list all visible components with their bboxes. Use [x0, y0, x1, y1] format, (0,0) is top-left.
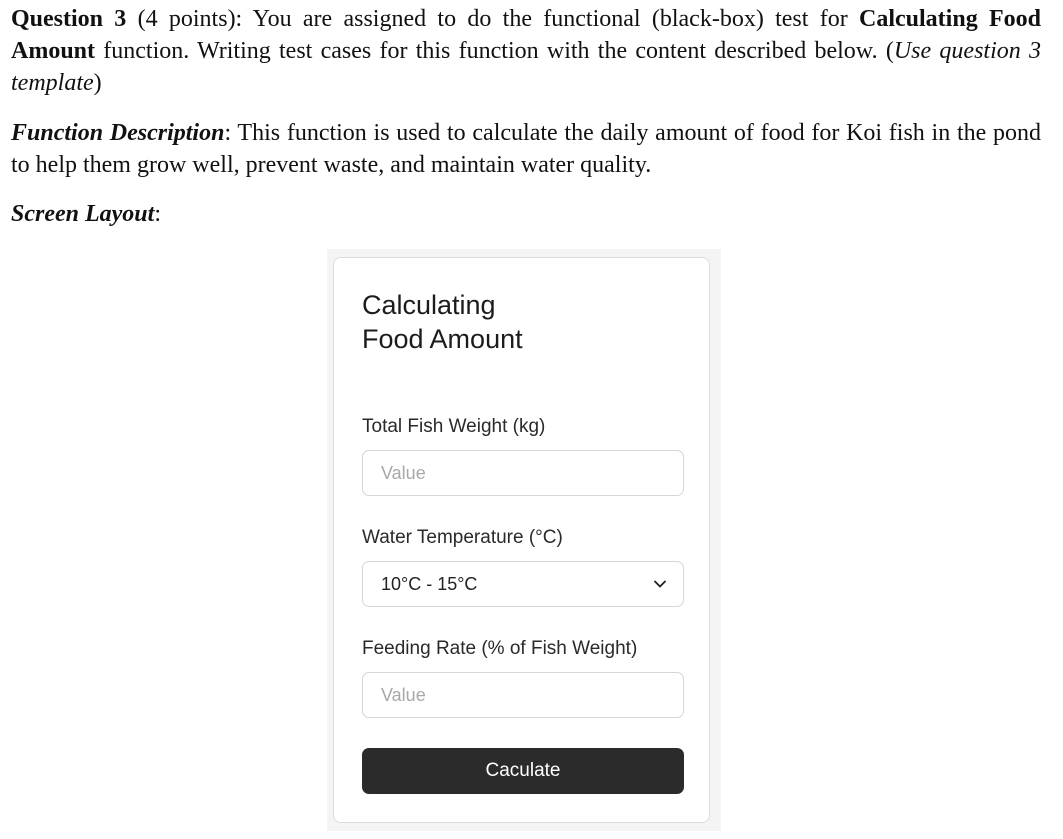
screen-layout-label: Screen Layout — [11, 201, 155, 227]
feeding-rate-label: Feeding Rate (% of Fish Weight) — [362, 638, 638, 659]
calculate-button[interactable]: Caculate — [362, 748, 684, 794]
feeding-rate-input[interactable] — [362, 672, 684, 718]
weight-label: Total Fish Weight (kg) — [362, 416, 546, 437]
question-title: Question 3 — [11, 6, 127, 32]
chevron-down-icon — [653, 577, 667, 591]
question-text: function. Writing test cases for this fu… — [95, 38, 894, 64]
form-title-line1: Calculating — [362, 290, 496, 320]
description-label: Function Description — [11, 120, 225, 146]
temperature-label: Water Temperature (°C) — [362, 527, 563, 548]
form-title-line2: Food Amount — [362, 324, 523, 354]
weight-input[interactable] — [362, 450, 684, 496]
food-calculator-form: Calculating Food Amount Total Fish Weigh… — [333, 257, 710, 823]
temperature-selected-value: 10°C - 15°C — [381, 573, 478, 594]
form-title: Calculating Food Amount — [362, 288, 523, 356]
screen-layout-heading: Screen Layout: — [11, 198, 1041, 230]
question-paragraph: Question 3 (4 points): You are assigned … — [11, 3, 1041, 99]
document-body: Question 3 (4 points): You are assigned … — [11, 3, 1041, 230]
screen-layout-colon: : — [154, 201, 161, 227]
close-paren: ) — [93, 70, 102, 96]
description-paragraph: Function Description: This function is u… — [11, 117, 1041, 181]
question-points: (4 points): You are assigned to do the f… — [126, 6, 860, 32]
temperature-select[interactable]: 10°C - 15°C — [362, 561, 684, 607]
